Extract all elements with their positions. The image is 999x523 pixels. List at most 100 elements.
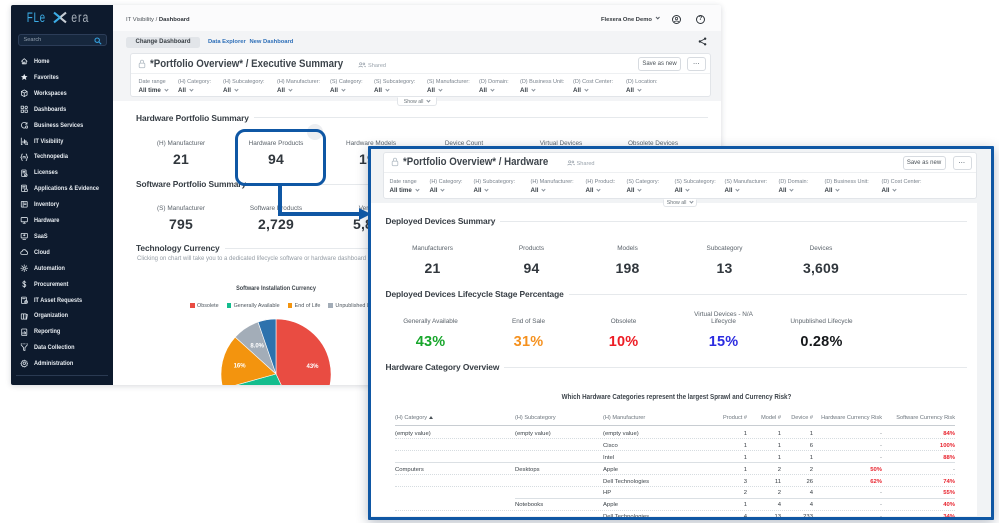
new-dashboard-link[interactable]: New Dashboard: [250, 37, 294, 49]
filter-value[interactable]: All: [178, 87, 211, 94]
show-all-button[interactable]: Show all: [663, 199, 697, 208]
breadcrumb[interactable]: IT Visibility / Dashboard: [126, 17, 190, 23]
sidebar-item-technopedia[interactable]: Technopedia: [11, 149, 113, 165]
filter-value[interactable]: All: [277, 87, 320, 94]
save-as-new-button[interactable]: Save as new: [638, 57, 681, 71]
filter--d-cost-center-[interactable]: (D) Cost Center:All: [573, 79, 613, 94]
sidebar-item-administration[interactable]: Administration: [11, 356, 113, 372]
filter--d-business-unit-[interactable]: (D) Business Unit:All: [825, 179, 869, 194]
sidebar-item-licenses[interactable]: Licenses: [11, 165, 113, 181]
filter-value[interactable]: All: [531, 187, 574, 194]
filter-value[interactable]: All: [223, 87, 265, 94]
filter-value[interactable]: All: [675, 187, 716, 194]
sidebar-item-applications-evidence[interactable]: Applications & Evidence: [11, 181, 113, 197]
filter--d-business-unit-[interactable]: (D) Business Unit:All: [520, 79, 564, 94]
filter--h-manufacturer-[interactable]: (H) Manufacturer:All: [277, 79, 320, 94]
data-explorer-link[interactable]: Data Explorer: [208, 37, 246, 49]
filter-value[interactable]: All: [479, 87, 509, 94]
pie-chart[interactable]: 43%16%8.0%: [216, 314, 336, 385]
filter--h-manufacturer-[interactable]: (H) Manufacturer:All: [531, 179, 574, 194]
table-header-4[interactable]: Model #: [749, 415, 781, 421]
table-header-5[interactable]: Device #: [783, 415, 813, 421]
account-menu[interactable]: Flexera One Demo: [601, 17, 658, 23]
table-header-3[interactable]: Product #: [701, 415, 747, 421]
table-header-7[interactable]: Software Currency Risk: [886, 415, 955, 421]
stat-value: 2,729: [250, 216, 302, 232]
table-header-6[interactable]: Hardware Currency Risk: [817, 415, 882, 421]
table-header-1[interactable]: (H) Subcategory: [515, 415, 601, 421]
share-icon[interactable]: [698, 37, 707, 46]
filter-value[interactable]: All: [627, 187, 660, 194]
sidebar-item-it-visibility[interactable]: IT Visibility: [11, 133, 113, 149]
sidebar-item-business-services[interactable]: Business Services: [11, 117, 113, 133]
show-all-button[interactable]: Show all: [397, 97, 437, 107]
filter--s-subcategory-[interactable]: (S) Subcategory:All: [675, 179, 716, 194]
filter-value[interactable]: All: [430, 187, 463, 194]
filter--d-cost-center-[interactable]: (D) Cost Center:All: [882, 179, 922, 194]
filter-value[interactable]: All: [374, 87, 415, 94]
filter--h-subcategory-[interactable]: (H) Subcategory:All: [474, 179, 516, 194]
filter-value[interactable]: All: [825, 187, 869, 194]
filter--h-subcategory-[interactable]: (H) Subcategory:All: [223, 79, 265, 94]
sidebar-item-it-asset-requests[interactable]: IT Asset Requests: [11, 292, 113, 308]
filter-value[interactable]: All: [573, 87, 613, 94]
sidebar-item-inventory[interactable]: Inventory: [11, 197, 113, 213]
sidebar-item-automation[interactable]: Automation: [11, 260, 113, 276]
stat-label: (H) Manufacturer: [157, 140, 205, 147]
legend-item-end-of-life[interactable]: End of Life: [288, 303, 321, 310]
filter--d-domain-[interactable]: (D) Domain:All: [479, 79, 509, 94]
filter-value[interactable]: All: [520, 87, 564, 94]
sidebar-item-procurement[interactable]: Procurement: [11, 276, 113, 292]
sidebar-item-data-collection[interactable]: Data Collection: [11, 340, 113, 356]
sidebar-item-organization[interactable]: Organization: [11, 308, 113, 324]
filter-value[interactable]: All: [882, 187, 922, 194]
filter--s-subcategory-[interactable]: (S) Subcategory:All: [374, 79, 415, 94]
sidebar-search-input[interactable]: Search: [18, 34, 107, 46]
filter--h-category-[interactable]: (H) Category:All: [178, 79, 211, 94]
breadcrumb-path[interactable]: IT Visibility /: [126, 17, 159, 23]
filter-value[interactable]: All: [474, 187, 516, 194]
filter--s-manufacturer-[interactable]: (S) Manufacturer:All: [427, 79, 470, 94]
legend-item-obsolete[interactable]: Obsolete: [190, 303, 219, 310]
sidebar-item-favorites[interactable]: Favorites: [11, 70, 113, 86]
user-icon[interactable]: [672, 15, 681, 24]
filter-value[interactable]: All time: [139, 87, 167, 94]
filter-date-range[interactable]: Date rangeAll time: [139, 79, 167, 94]
sidebar-item-dashboards[interactable]: Dashboards: [11, 101, 113, 117]
table-cell: (empty value): [395, 431, 513, 437]
filter-value[interactable]: All: [626, 87, 658, 94]
legend-item-generally-available[interactable]: Generally Available: [227, 303, 280, 310]
filter-date-range[interactable]: Date rangeAll time: [390, 179, 418, 194]
stat-value: 795: [157, 216, 205, 232]
filter--s-manufacturer-[interactable]: (S) Manufacturer:All: [725, 179, 768, 194]
sidebar-item-workspaces[interactable]: Workspaces: [11, 85, 113, 101]
home-icon: [20, 57, 29, 66]
filter-value[interactable]: All: [427, 87, 470, 94]
filter-value[interactable]: All: [330, 87, 363, 94]
table-cell: 55%: [886, 490, 955, 496]
help-icon[interactable]: ?: [696, 15, 705, 24]
filter--s-category-[interactable]: (S) Category:All: [330, 79, 363, 94]
filter--h-product-[interactable]: (H) Product:All: [586, 179, 616, 194]
sidebar-item-cloud[interactable]: Cloud: [11, 244, 113, 260]
filter-value[interactable]: All: [725, 187, 768, 194]
filter--h-category-[interactable]: (H) Category:All: [430, 179, 463, 194]
change-dashboard-button[interactable]: Change Dashboard: [126, 37, 200, 49]
sidebar-item-hardware[interactable]: Hardware: [11, 213, 113, 229]
sidebar-item-reporting[interactable]: Reporting: [11, 324, 113, 340]
filter--d-location-[interactable]: (D) Location:All: [626, 79, 658, 94]
filter-value[interactable]: All: [779, 187, 809, 194]
sidebar-item-saas[interactable]: SaaS: [11, 229, 113, 245]
filter--d-domain-[interactable]: (D) Domain:All: [779, 179, 809, 194]
table-header-0[interactable]: (H) Category: [395, 415, 513, 421]
more-options-button[interactable]: ...: [687, 57, 706, 71]
stat-label: (S) Manufacturer: [157, 205, 205, 212]
filter--s-category-[interactable]: (S) Category:All: [627, 179, 660, 194]
filter-value[interactable]: All: [586, 187, 616, 194]
save-as-new-button[interactable]: Save as new: [903, 156, 946, 170]
sidebar-item-home[interactable]: Home: [11, 54, 113, 70]
inventory-icon: [20, 200, 29, 209]
more-options-button[interactable]: ...: [953, 156, 972, 170]
lock-icon: [138, 59, 146, 69]
filter-value[interactable]: All time: [390, 187, 418, 194]
